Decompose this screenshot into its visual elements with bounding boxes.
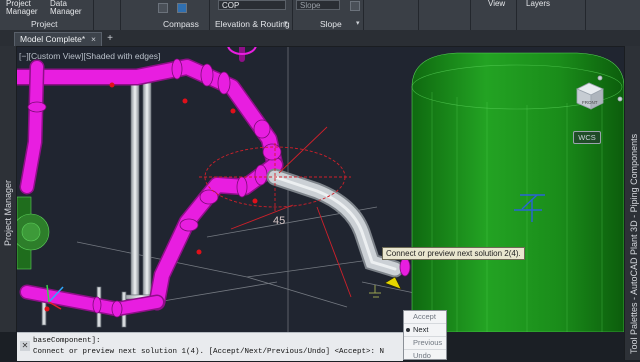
- command-prompt-line: Connect or preview next solution 1(4). […: [33, 348, 385, 356]
- slope-combo[interactable]: Slope: [296, 0, 340, 10]
- command-line[interactable]: ✕ baseComponent]: Connect or preview nex…: [17, 332, 403, 361]
- ribbon-separator: [585, 0, 586, 30]
- document-tab-label: Model Complete*: [20, 34, 86, 44]
- angle-annotation: 45: [273, 215, 286, 227]
- pipe-end-connector: [399, 257, 411, 277]
- data-manager-button[interactable]: Data Manager: [50, 0, 82, 16]
- ribbon-separator: [363, 0, 364, 30]
- elevation-routing-expand-icon[interactable]: ▾: [284, 19, 288, 27]
- ribbon-separator: [516, 0, 517, 30]
- group-elevation-routing-label: Elevation & Routing: [215, 19, 290, 29]
- routing-guide-lines: [230, 126, 352, 298]
- menu-item-accept[interactable]: Accept: [404, 311, 446, 324]
- viewcube-face-label: FRONT: [582, 100, 598, 105]
- menu-item-undo-label: Undo: [413, 351, 431, 360]
- ribbon-separator: [93, 0, 94, 30]
- elevation-combo[interactable]: COP: [218, 0, 286, 10]
- model-graphics: FRONT: [17, 47, 624, 332]
- ribbon-separator: [209, 0, 210, 30]
- group-slope-label: Slope: [320, 19, 342, 29]
- close-tab-icon[interactable]: ×: [91, 33, 96, 46]
- ribbon-separator: [120, 0, 121, 30]
- command-history-line: baseComponent]:: [33, 337, 101, 345]
- selected-bullet-icon: [406, 328, 410, 332]
- data-manager-line2: Manager: [50, 7, 82, 16]
- slope-expand-icon[interactable]: ▾: [356, 19, 360, 27]
- menu-item-undo[interactable]: Undo: [404, 350, 446, 362]
- tool-palettes-title: Tool Palettes - AutoCAD Plant 3D - Pipin…: [629, 133, 639, 354]
- ribbon-separator: [292, 0, 293, 30]
- menu-item-previous-label: Previous: [413, 338, 443, 347]
- slope-tool-icon[interactable]: [350, 1, 360, 11]
- elevation-combo-value: COP: [222, 1, 240, 10]
- ribbon-separator: [418, 0, 419, 30]
- wcs-menu[interactable]: WCS: [573, 131, 601, 144]
- ground-symbol: [369, 285, 381, 298]
- menu-item-next[interactable]: Next: [404, 324, 446, 337]
- menu-item-previous[interactable]: Previous: [404, 337, 446, 350]
- view-panel-label[interactable]: View: [488, 0, 505, 8]
- dynamic-input-menu: Accept Next Previous Undo: [403, 310, 447, 360]
- tool-palettes-panel[interactable]: Tool Palettes - AutoCAD Plant 3D - Pipin…: [624, 46, 640, 360]
- compass-toggle-icon[interactable]: [158, 3, 168, 13]
- project-manager-line2: Manager: [6, 7, 38, 16]
- project-manager-palette[interactable]: Project Manager: [0, 46, 17, 332]
- group-compass-label: Compass: [163, 19, 199, 29]
- close-icon[interactable]: ✕: [20, 341, 30, 351]
- project-manager-palette-title: Project Manager: [3, 179, 13, 246]
- project-manager-button[interactable]: Project Manager: [6, 0, 38, 16]
- menu-item-next-label: Next: [413, 325, 429, 334]
- new-tab-button[interactable]: +: [104, 32, 116, 46]
- pump: [17, 196, 50, 270]
- viewport-controls-label[interactable]: [−][Custom View][Shaded with edges]: [19, 51, 160, 61]
- document-tab-model-complete[interactable]: Model Complete* ×: [14, 32, 102, 46]
- compass-settings-icon[interactable]: [177, 3, 187, 13]
- dynamic-input-tooltip: Connect or preview next solution 2(4).: [382, 247, 525, 260]
- ribbon: Project Manager Data Manager Project Com…: [0, 0, 640, 31]
- layers-panel-label[interactable]: Layers: [526, 0, 550, 8]
- menu-item-accept-label: Accept: [413, 312, 436, 321]
- ribbon-separator: [470, 0, 471, 30]
- slope-combo-value: Slope: [300, 1, 321, 10]
- drawing-viewport[interactable]: FRONT [−][Custom View][Shaded with edges…: [17, 47, 624, 332]
- group-project-label: Project: [31, 19, 58, 29]
